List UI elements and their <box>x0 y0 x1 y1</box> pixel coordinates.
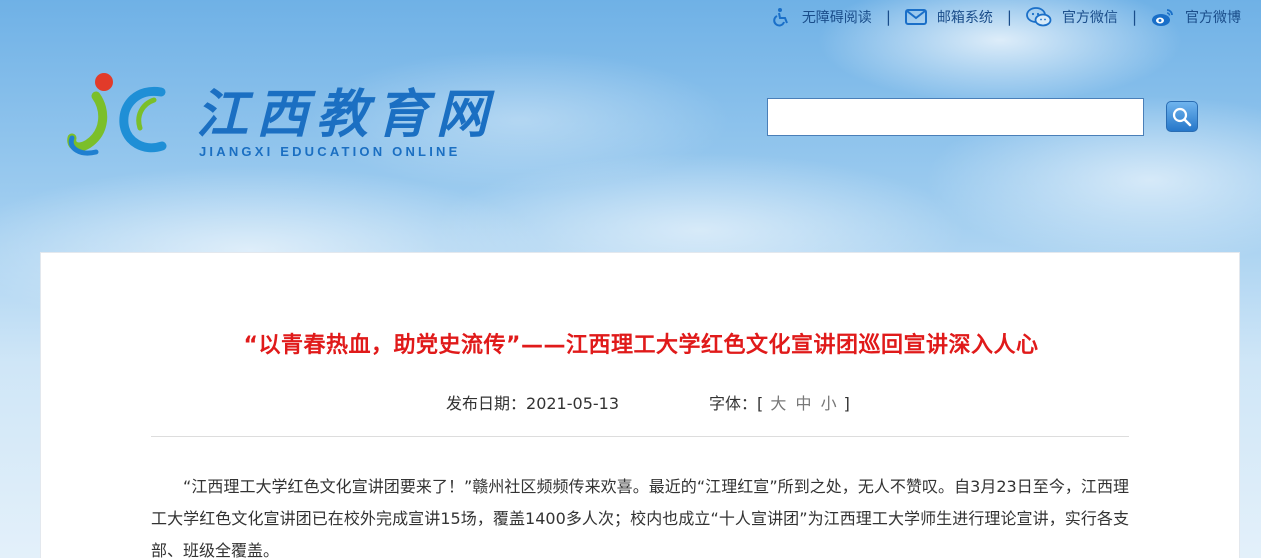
logo-english-text: JIANGXI EDUCATION ONLINE <box>199 144 461 159</box>
weibo-icon <box>1152 9 1173 26</box>
wechat-label: 官方微信 <box>1061 10 1118 26</box>
accessible-reading-label: 无障碍阅读 <box>801 10 872 26</box>
weibo-link[interactable]: 官方微博 <box>1151 7 1241 27</box>
publish-date: 发布日期：2021-05-13 <box>446 390 619 414</box>
font-size-bracket: ] <box>843 394 850 413</box>
publish-date-label: 发布日期： <box>446 394 527 413</box>
wechat-link[interactable]: 官方微信 <box>1026 7 1118 27</box>
accessible-reading-link[interactable]: 无障碍阅读 <box>772 7 872 27</box>
publish-date-value: 2021-05-13 <box>526 394 619 413</box>
top-utility-bar: 无障碍阅读 | 邮箱系统 | 官方微信 | 官方微博 <box>772 6 1241 28</box>
separator: | <box>1006 8 1012 26</box>
logo-chinese-text: 江西教育网 <box>196 84 497 145</box>
article-card: “以青春热血，助党史流传”——江西理工大学红色文化宣讲团巡回宣讲深入人心 发布日… <box>40 252 1240 558</box>
wheelchair-icon <box>773 8 788 27</box>
font-size-small[interactable]: 小 <box>821 394 837 413</box>
article-title: “以青春热血，助党史流传”——江西理工大学红色文化宣讲团巡回宣讲深入人心 <box>243 333 1039 358</box>
weibo-label: 官方微博 <box>1185 10 1241 26</box>
divider <box>151 436 1129 437</box>
font-size-control: 字体：[ 大 中 小 ] <box>709 390 850 414</box>
search-icon <box>1172 107 1192 126</box>
mail-icon <box>904 9 927 25</box>
font-size-label: 字体：[ <box>709 394 764 413</box>
mail-system-link[interactable]: 邮箱系统 <box>904 7 993 27</box>
article-paragraph: “江西理工大学红色文化宣讲团要来了！”赣州社区频频传来欢喜。最近的“江理红宣”所… <box>151 477 1129 558</box>
separator: | <box>1131 8 1137 26</box>
jx-logo-icon <box>67 73 167 156</box>
wechat-icon <box>1026 7 1052 27</box>
search-button[interactable] <box>1166 101 1198 132</box>
font-size-medium[interactable]: 中 <box>795 394 811 413</box>
search-input[interactable] <box>767 98 1144 136</box>
mail-system-label: 邮箱系统 <box>936 10 993 26</box>
separator: | <box>885 8 891 26</box>
site-logo[interactable]: 江西教育网 JIANGXI EDUCATION ONLINE <box>66 70 496 162</box>
font-size-large[interactable]: 大 <box>770 394 786 413</box>
